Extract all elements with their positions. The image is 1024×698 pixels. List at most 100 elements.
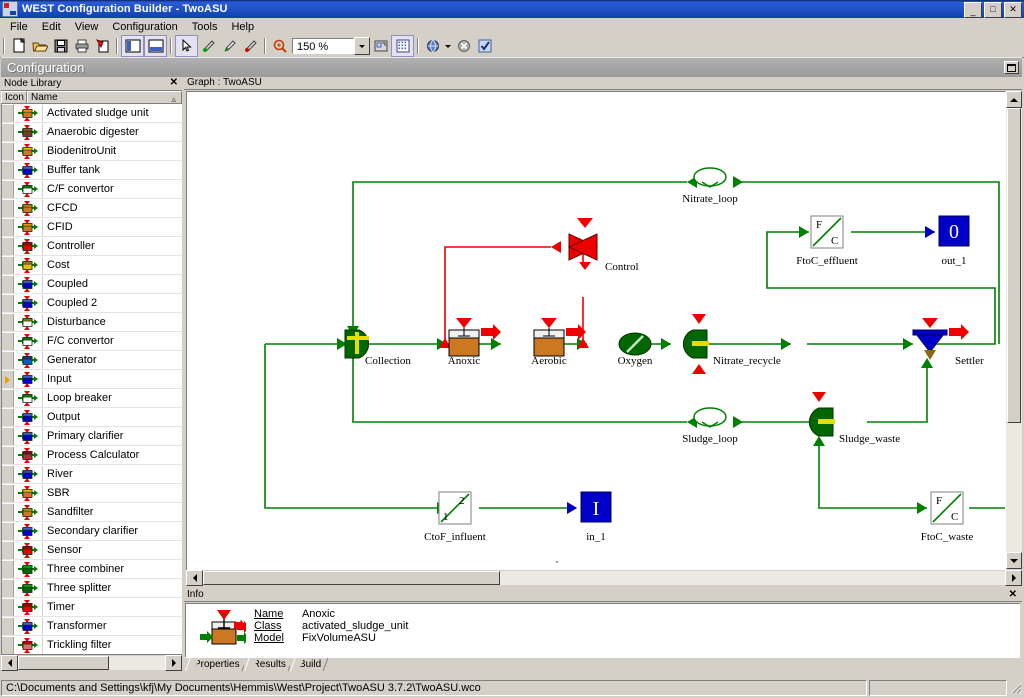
zoom-combo[interactable]: 150 % <box>292 37 370 55</box>
zoom-icon[interactable] <box>269 36 290 56</box>
info-value-name: Anoxic <box>301 608 335 620</box>
list-item[interactable]: Sensor <box>2 541 182 560</box>
mdi-restore-button[interactable] <box>1004 61 1019 74</box>
info-view-icon[interactable] <box>144 35 167 57</box>
list-item[interactable]: Loop breaker <box>2 389 182 408</box>
graph-canvas[interactable]: Nitrate_loop Control Collection Anoxic A… <box>186 91 1006 571</box>
menu-file[interactable]: File <box>3 20 35 34</box>
tab-properties[interactable]: Properties <box>185 657 245 671</box>
list-item[interactable]: Activated sludge unit <box>2 104 182 123</box>
grey-pen-icon[interactable] <box>219 36 240 56</box>
node-ftoc-effluent[interactable]: F C FtoC_effluent <box>796 215 858 267</box>
node-library-close-icon[interactable]: ✕ <box>170 78 178 88</box>
split-view-icon[interactable] <box>121 35 144 57</box>
node-settler[interactable]: Settler <box>911 318 984 367</box>
node-out-1[interactable]: 0 out_1 <box>925 215 970 267</box>
list-item[interactable]: Output <box>2 408 182 427</box>
scroll-track[interactable] <box>203 571 1005 585</box>
list-item[interactable]: Anaerobic digester <box>2 123 182 142</box>
node-collection[interactable]: Collection <box>344 329 411 367</box>
resize-grip-icon[interactable] <box>1008 680 1024 696</box>
list-item[interactable]: River <box>2 465 182 484</box>
globe-icon[interactable] <box>422 36 443 56</box>
list-item[interactable]: CFID <box>2 218 182 237</box>
list-item-label: SBR <box>47 487 70 499</box>
list-item[interactable]: Secondary clarifier <box>2 522 182 541</box>
check-icon[interactable] <box>474 36 495 56</box>
menu-tools[interactable]: Tools <box>185 20 225 34</box>
list-item[interactable]: Buffer tank <box>2 161 182 180</box>
scroll-thumb[interactable] <box>18 656 110 670</box>
scroll-right-button[interactable] <box>165 655 182 671</box>
open-icon[interactable] <box>29 36 50 56</box>
menu-edit[interactable]: Edit <box>35 20 68 34</box>
list-item[interactable]: BiodenitroUnit <box>2 142 182 161</box>
scroll-right-button[interactable] <box>1005 570 1022 586</box>
pointer-icon[interactable] <box>175 35 198 57</box>
scroll-track[interactable] <box>18 656 165 670</box>
list-item[interactable]: F/C convertor <box>2 332 182 351</box>
list-item[interactable]: Disturbance <box>2 313 182 332</box>
list-item[interactable]: SBR <box>2 484 182 503</box>
list-item[interactable]: Cost <box>2 256 182 275</box>
print-icon[interactable] <box>71 36 92 56</box>
node-in-1[interactable]: I in_1 <box>567 491 612 543</box>
list-item[interactable]: Coupled 2 <box>2 294 182 313</box>
list-item[interactable]: CFCD <box>2 199 182 218</box>
configuration-diagram[interactable]: Nitrate_loop Control Collection Anoxic A… <box>187 92 1005 570</box>
list-item[interactable]: C/F convertor <box>2 180 182 199</box>
menu-view[interactable]: View <box>68 20 106 34</box>
scroll-down-button[interactable] <box>1006 552 1022 569</box>
tab-build[interactable]: Build <box>289 657 327 671</box>
new-icon[interactable] <box>8 36 29 56</box>
list-item[interactable]: Primary clarifier <box>2 427 182 446</box>
grid-icon[interactable] <box>391 35 414 57</box>
scroll-left-button[interactable] <box>1 655 18 671</box>
scroll-thumb[interactable] <box>203 571 500 585</box>
node-nitrate-loop[interactable]: Nitrate_loop <box>682 167 738 205</box>
list-item[interactable]: Input <box>2 370 182 389</box>
scroll-thumb-vertical[interactable] <box>1007 108 1021 424</box>
scroll-left-button[interactable] <box>186 570 203 586</box>
globe-dropdown-button[interactable] <box>443 36 453 56</box>
three-splitter-icon <box>14 579 43 597</box>
stop-icon[interactable] <box>453 36 474 56</box>
list-item[interactable]: Process Calculator <box>2 446 182 465</box>
close-button[interactable]: ✕ <box>1004 2 1022 18</box>
zoom-dropdown-button[interactable] <box>354 37 370 55</box>
node-oxygen[interactable]: Oxygen <box>618 332 653 367</box>
node-library-hscrollbar[interactable] <box>1 654 182 671</box>
node-sludge-waste[interactable]: Sludge_waste <box>808 392 900 445</box>
node-sludge-loop[interactable]: Sludge_loop <box>682 407 738 445</box>
scroll-up-button[interactable] <box>1006 91 1022 108</box>
graph-hscrollbar[interactable] <box>186 570 1022 586</box>
list-item[interactable]: Generator <box>2 351 182 370</box>
graph-vscrollbar[interactable] <box>1006 91 1022 569</box>
list-item[interactable]: Transformer <box>2 617 182 636</box>
node-control[interactable]: Control <box>567 218 639 273</box>
minimize-button[interactable]: _ <box>964 2 982 18</box>
list-item[interactable]: Sandfilter <box>2 503 182 522</box>
save-icon[interactable] <box>50 36 71 56</box>
zoom-level-input[interactable]: 150 % <box>292 38 354 54</box>
list-item[interactable]: Three combiner <box>2 560 182 579</box>
node-ctof-influent[interactable]: 2 1 CtoF_influent <box>424 491 486 543</box>
node-label: Collection <box>365 355 411 367</box>
maximize-button[interactable]: □ <box>984 2 1002 18</box>
list-item[interactable]: Three splitter <box>2 579 182 598</box>
menu-configuration[interactable]: Configuration <box>105 20 184 34</box>
list-item[interactable]: Controller <box>2 237 182 256</box>
green-pen-icon[interactable] <box>198 36 219 56</box>
fit-window-icon[interactable] <box>370 36 391 56</box>
tab-results[interactable]: Results <box>243 657 291 671</box>
scroll-track-vertical[interactable] <box>1007 108 1021 552</box>
info-close-icon[interactable]: ✕ <box>1009 589 1017 601</box>
list-item[interactable]: Coupled <box>2 275 182 294</box>
list-item[interactable]: Trickling filter <box>2 636 182 654</box>
list-item[interactable]: Timer <box>2 598 182 617</box>
menu-help[interactable]: Help <box>224 20 261 34</box>
add-file-icon[interactable] <box>92 36 113 56</box>
node-library-list[interactable]: Activated sludge unit Anaerobic digester B… <box>1 103 182 654</box>
red-pen-icon[interactable] <box>240 36 261 56</box>
node-ftoc-waste[interactable]: F C FtoC_waste <box>921 491 974 543</box>
